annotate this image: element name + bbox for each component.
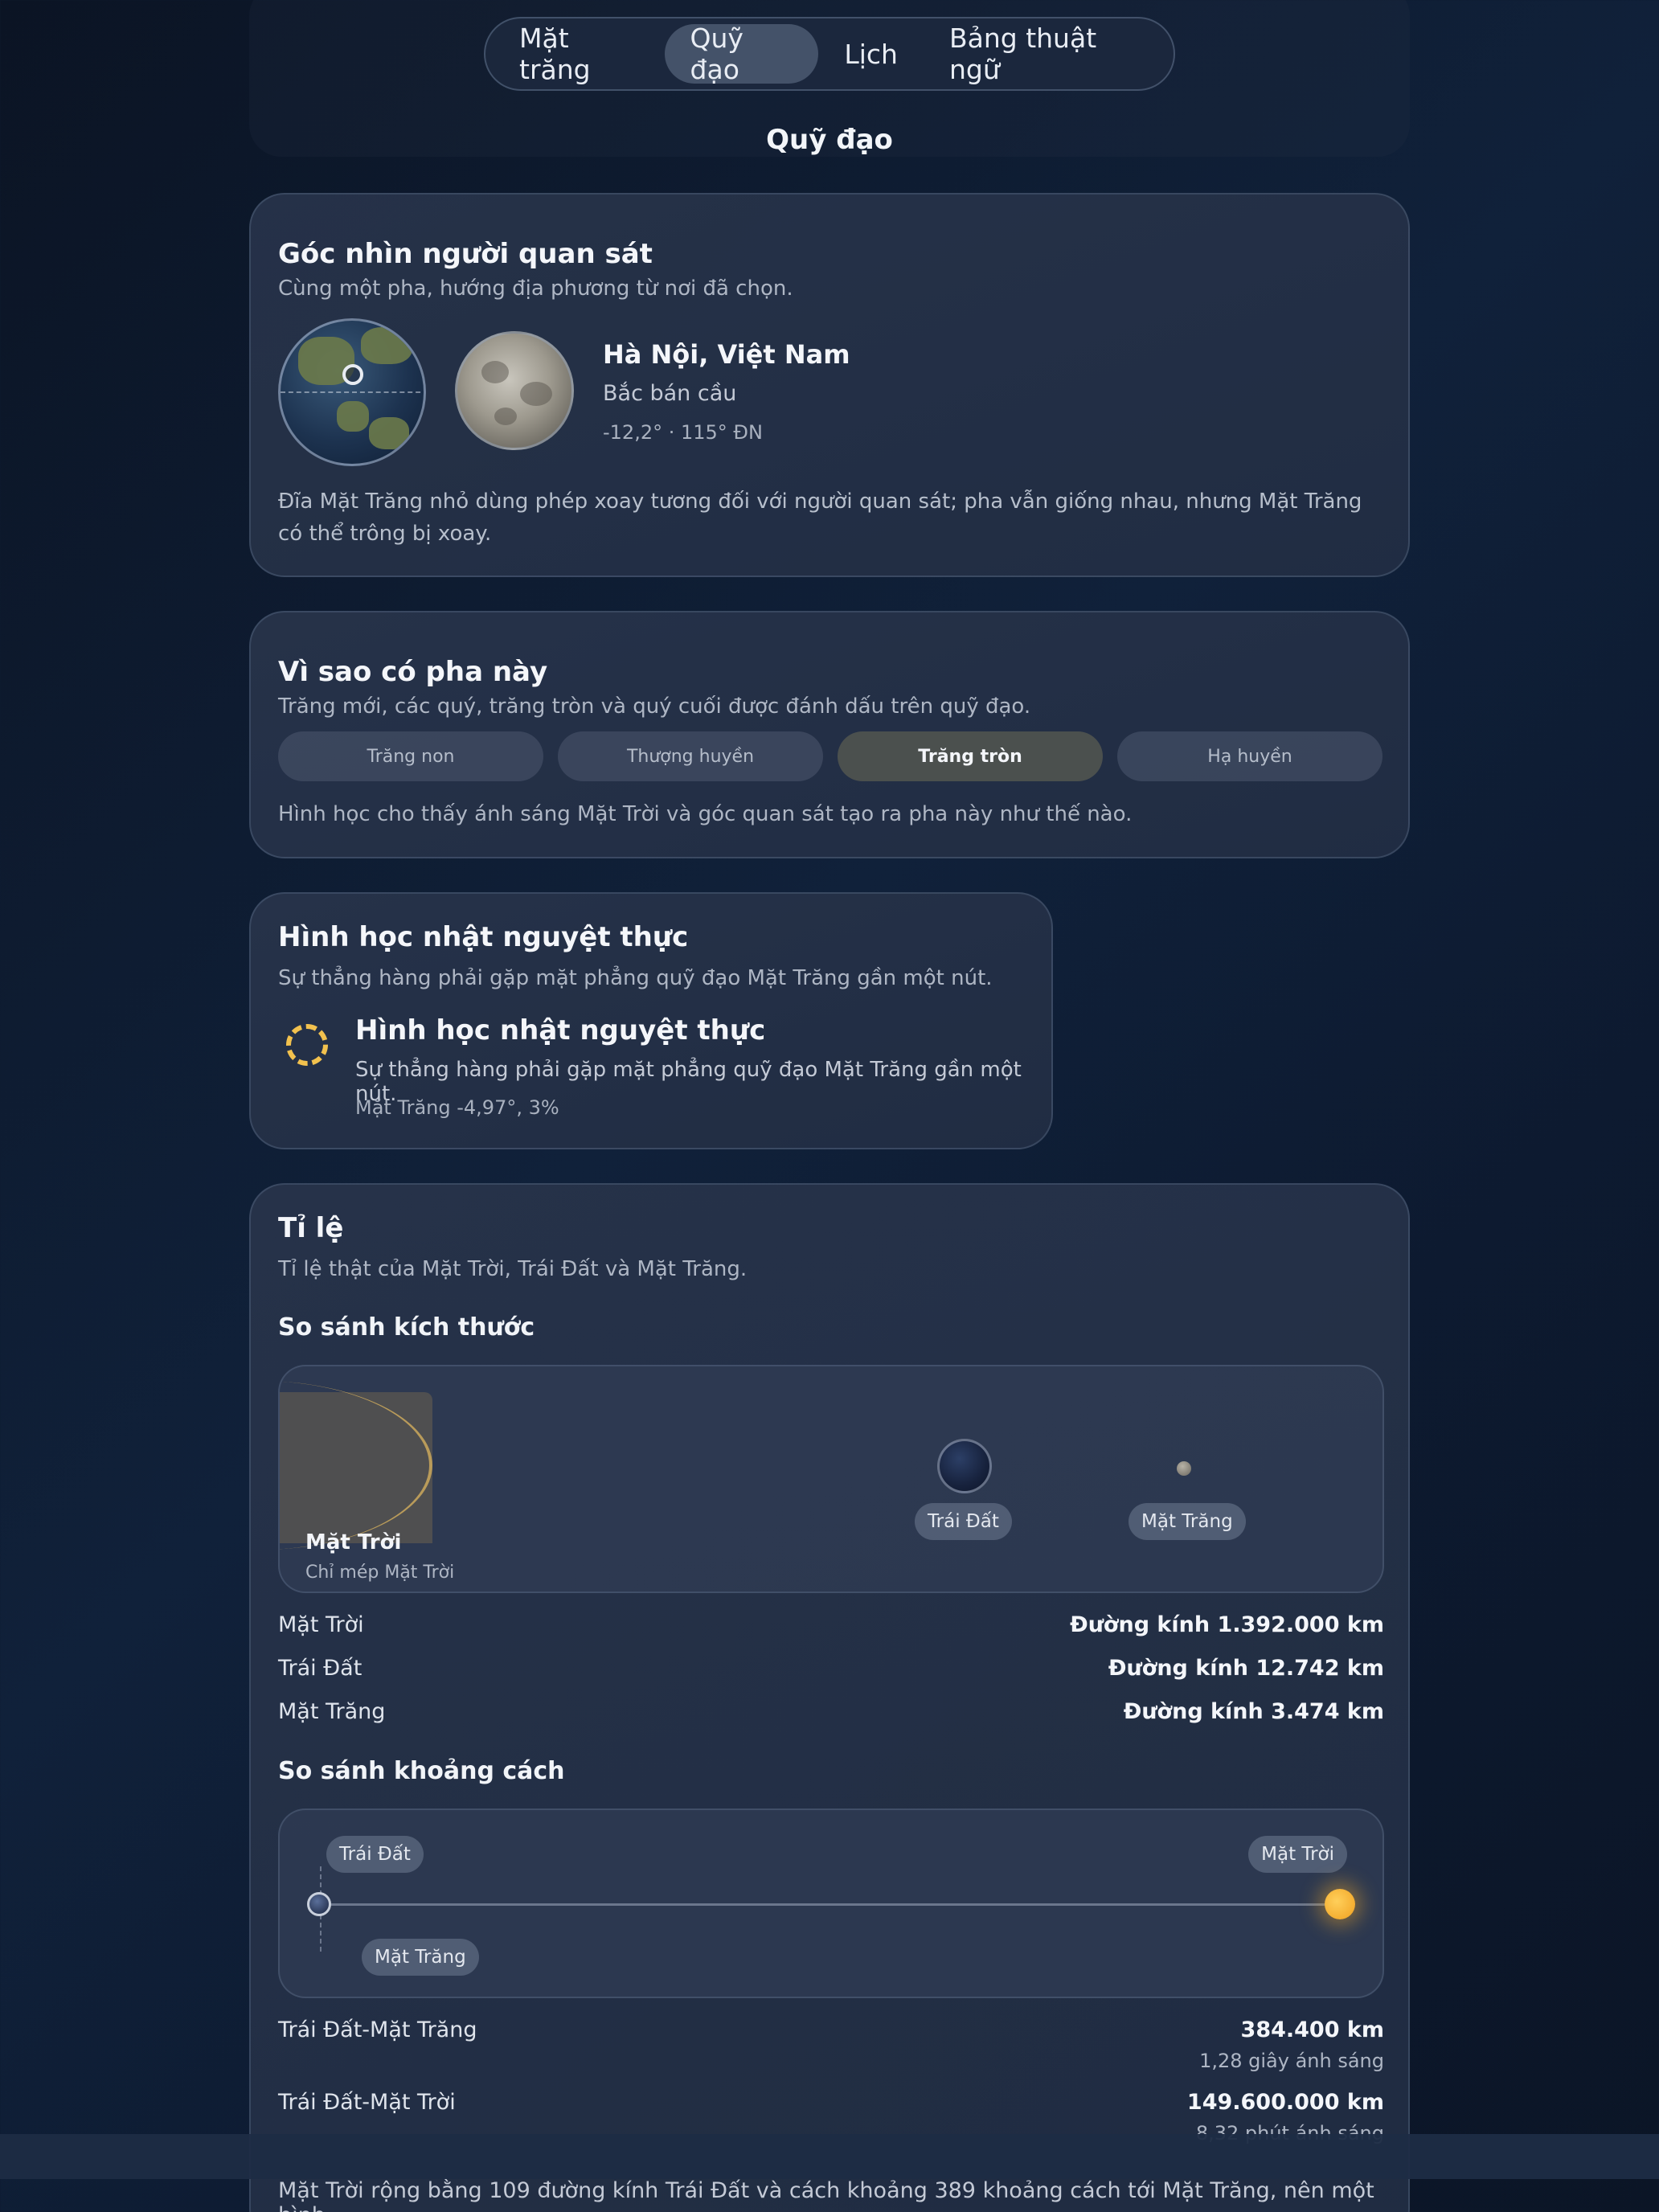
tab-calendar[interactable]: Lịch — [818, 24, 924, 84]
location-marker-icon — [342, 364, 363, 385]
moon-chip: Mặt Trăng — [1129, 1503, 1246, 1540]
tab-glossary[interactable]: Bảng thuật ngữ — [924, 23, 1165, 85]
eclipse-moon-value: Mặt Trăng -4,97°, 3% — [355, 1096, 559, 1119]
scale-card: Tỉ lệ Tỉ lệ thật của Mặt Trời, Trái Đất … — [249, 1183, 1410, 2212]
light-time: 1,28 giây ánh sáng — [1199, 2050, 1384, 2072]
moon-icon — [1177, 1461, 1191, 1476]
size-row-sun: Mặt Trời Đường kính 1.392.000 km — [278, 1612, 1384, 1645]
size-value: Đường kính 12.742 km — [1108, 1656, 1384, 1681]
size-label: Trái Đất — [278, 1656, 363, 1681]
earth-dot-icon — [307, 1892, 331, 1916]
size-row-moon: Mặt Trăng Đường kính 3.474 km — [278, 1699, 1384, 1731]
eclipse-card: Hình học nhật nguyệt thực Sự thẳng hàng … — [249, 892, 1053, 1149]
eclipse-title: Hình học nhật nguyệt thực — [278, 921, 689, 953]
observer-note: Đĩa Mặt Trăng nhỏ dùng phép xoay tương đ… — [278, 490, 1362, 546]
phase-selector: Trăng non Thượng huyền Trăng tròn Hạ huy… — [278, 731, 1382, 781]
observer-card: Góc nhìn người quan sát Cùng một pha, hư… — [249, 193, 1410, 577]
distance-label: Trái Đất-Mặt Trời — [278, 2090, 456, 2115]
tab-bar: Mặt trăng Quỹ đạo Lịch Bảng thuật ngữ — [484, 17, 1175, 91]
sun-label: Mặt Trời — [305, 1530, 402, 1555]
sun-sublabel: Chỉ mép Mặt Trời — [305, 1563, 455, 1583]
size-label: Mặt Trăng — [278, 1699, 386, 1724]
distance-line — [320, 1903, 1349, 1906]
distance-moon-chip: Mặt Trăng — [362, 1939, 479, 1976]
size-value: Đường kính 3.474 km — [1123, 1699, 1384, 1724]
tab-orbit[interactable]: Quỹ đạo — [664, 23, 819, 85]
phase-new-moon[interactable]: Trăng non — [278, 731, 543, 781]
phase-first-quarter[interactable]: Thượng huyền — [558, 731, 823, 781]
hemisphere: Bắc bán cầu — [603, 381, 737, 406]
size-value: Đường kính 1.392.000 km — [1070, 1612, 1384, 1637]
distance-value: 149.600.000 km — [1186, 2090, 1384, 2115]
observer-title: Góc nhìn người quan sát — [278, 238, 653, 270]
phase-reason-subtitle: Trăng mới, các quý, trăng tròn và quý cu… — [278, 694, 1031, 719]
scale-title: Tỉ lệ — [278, 1212, 344, 1244]
distance-label: Trái Đất-Mặt Trăng — [278, 2017, 477, 2042]
moon-disc-icon — [455, 331, 574, 450]
eclipse-ring-icon — [286, 1024, 328, 1066]
scale-subtitle: Tỉ lệ thật của Mặt Trời, Trái Đất và Mặt… — [278, 1257, 748, 1281]
coordinates: -12,2° · 115° ĐN — [603, 421, 763, 444]
phase-reason-card: Vì sao có pha này Trăng mới, các quý, tr… — [249, 611, 1410, 858]
size-heading: So sánh kích thước — [278, 1313, 535, 1342]
distance-row-earth-moon: Trái Đất-Mặt Trăng 384.400 km 1,28 giây … — [278, 2017, 1384, 2085]
phase-full-moon[interactable]: Trăng tròn — [838, 731, 1103, 781]
eclipse-inner-title: Hình học nhật nguyệt thực — [355, 1014, 766, 1047]
earth-chip: Trái Đất — [915, 1503, 1012, 1540]
phase-last-quarter[interactable]: Hạ huyền — [1117, 731, 1382, 781]
distance-earth-chip: Trái Đất — [326, 1836, 424, 1873]
size-comparison-panel: Mặt Trời Chỉ mép Mặt Trời Trái Đất Mặt T… — [278, 1365, 1384, 1593]
eclipse-subtitle: Sự thẳng hàng phải gặp mặt phẳng quỹ đạo… — [278, 966, 993, 990]
phase-reason-title: Vì sao có pha này — [278, 656, 548, 688]
distance-sun-chip: Mặt Trời — [1248, 1836, 1347, 1873]
location-name: Hà Nội, Việt Nam — [603, 339, 850, 370]
size-row-earth: Trái Đất Đường kính 12.742 km — [278, 1656, 1384, 1688]
bottom-bar — [0, 2134, 1659, 2179]
scale-footer-text: Mặt Trời rộng bằng 109 đường kính Trái Đ… — [278, 2178, 1374, 2212]
tab-moon[interactable]: Mặt trăng — [494, 23, 665, 85]
earth-globe-icon — [278, 318, 426, 466]
observer-subtitle: Cùng một pha, hướng địa phương từ nơi đã… — [278, 276, 793, 301]
phase-reason-note: Hình học cho thấy ánh sáng Mặt Trời và g… — [278, 802, 1133, 826]
sun-icon — [1325, 1889, 1355, 1919]
distance-heading: So sánh khoảng cách — [278, 1757, 565, 1785]
section-title: Quỹ đạo — [766, 124, 893, 156]
size-label: Mặt Trời — [278, 1612, 364, 1637]
distance-value: 384.400 km — [1240, 2017, 1384, 2042]
earth-icon — [937, 1439, 992, 1493]
distance-comparison-panel: Trái Đất Mặt Trời Mặt Trăng — [278, 1809, 1384, 1998]
